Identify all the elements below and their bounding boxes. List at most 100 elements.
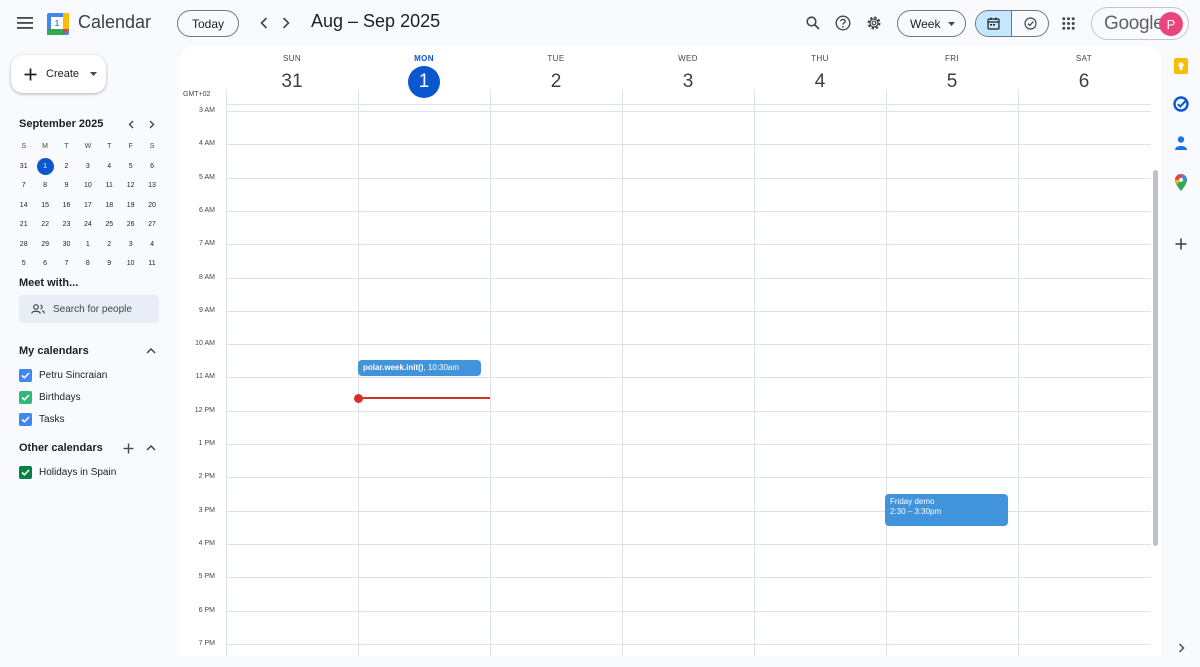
mini-calendar-next-button[interactable] <box>141 113 163 135</box>
mini-calendar-day[interactable]: 25 <box>99 215 120 235</box>
mini-calendar-day[interactable]: 2 <box>56 157 77 177</box>
mini-calendar-day[interactable]: 12 <box>120 176 141 196</box>
next-week-button[interactable] <box>268 5 304 41</box>
day-number[interactable]: 6 <box>1068 66 1100 98</box>
mini-calendar-day[interactable]: 18 <box>99 196 120 216</box>
mini-calendar-day[interactable]: 22 <box>34 215 55 235</box>
contacts-app-button[interactable] <box>1171 133 1191 153</box>
mini-calendar-day[interactable]: 2 <box>99 235 120 255</box>
day-header-tue[interactable]: TUE 2 <box>490 46 622 98</box>
my-calendars-title[interactable]: My calendars <box>19 345 89 357</box>
day-header-mon[interactable]: MON 1 <box>358 46 490 98</box>
calendar-list-item[interactable]: Holidays in Spain <box>19 466 116 479</box>
calendar-list-item[interactable]: Birthdays <box>19 391 81 404</box>
google-apps-button[interactable] <box>1050 5 1086 41</box>
add-other-calendar-button[interactable] <box>117 437 139 459</box>
maps-app-button[interactable] <box>1171 172 1191 192</box>
mini-calendar-day[interactable]: 5 <box>120 157 141 177</box>
mini-calendar-day[interactable]: 8 <box>34 176 55 196</box>
mini-calendar-day[interactable]: 31 <box>13 157 34 177</box>
view-selector[interactable]: Week <box>897 10 966 37</box>
calendar-checkbox[interactable] <box>19 369 32 382</box>
mini-calendar-day[interactable]: 4 <box>141 235 162 255</box>
search-people-input[interactable]: Search for people <box>19 295 159 323</box>
event-friday-demo[interactable]: Friday demo 2:30 – 3:30pm <box>885 494 1008 526</box>
mini-calendar-day[interactable]: 7 <box>56 254 77 274</box>
keep-app-button[interactable] <box>1171 56 1191 76</box>
mini-calendar-day[interactable]: 10 <box>120 254 141 274</box>
day-number[interactable]: 31 <box>276 66 308 98</box>
calendar-checkbox[interactable] <box>19 466 32 479</box>
day-number[interactable]: 1 <box>408 66 440 98</box>
other-calendars-title[interactable]: Other calendars <box>19 442 103 454</box>
tasks-app-button[interactable] <box>1171 94 1191 114</box>
mini-calendar-day-label: 16 <box>62 201 71 209</box>
mini-calendar-day[interactable]: 10 <box>77 176 98 196</box>
mini-calendar-day[interactable]: 1 <box>77 235 98 255</box>
day-number[interactable]: 5 <box>936 66 968 98</box>
mini-calendar-prev-button[interactable] <box>120 113 142 135</box>
my-calendars-collapse-button[interactable] <box>140 340 162 362</box>
mini-calendar-day[interactable]: 9 <box>56 176 77 196</box>
mini-calendar-week-row: 14 15 16 17 18 19 20 <box>13 196 163 216</box>
mini-calendar-day-label: 30 <box>62 240 71 248</box>
main-menu-button[interactable] <box>7 5 43 41</box>
day-number[interactable]: 4 <box>804 66 836 98</box>
calendar-view-toggle[interactable] <box>976 11 1013 36</box>
mini-calendar-day[interactable]: 9 <box>99 254 120 274</box>
mini-calendar-day[interactable]: 23 <box>56 215 77 235</box>
mini-calendar-day[interactable]: 7 <box>13 176 34 196</box>
day-header-sat[interactable]: SAT 6 <box>1018 46 1150 98</box>
mini-calendar-day[interactable]: 6 <box>34 254 55 274</box>
day-header-wed[interactable]: WED 3 <box>622 46 754 98</box>
expand-side-panel-button[interactable] <box>1171 638 1191 658</box>
mini-calendar-day[interactable]: 6 <box>141 157 162 177</box>
mini-calendar-day[interactable]: 30 <box>56 235 77 255</box>
mini-calendar-day[interactable]: 14 <box>13 196 34 216</box>
event-polar-week-init[interactable]: polar.week.init(), 10:30am <box>358 360 481 376</box>
mini-calendar-day[interactable]: 13 <box>141 176 162 196</box>
calendar-list-item[interactable]: Tasks <box>19 413 65 426</box>
mini-calendar-day[interactable]: 19 <box>120 196 141 216</box>
checkmark-icon <box>21 372 30 379</box>
mini-calendar-day[interactable]: 1 <box>34 157 55 177</box>
day-header-sun[interactable]: SUN 31 <box>226 46 358 98</box>
mini-calendar-day[interactable]: 11 <box>141 254 162 274</box>
calendar-checkbox[interactable] <box>19 413 32 426</box>
mini-calendar-day[interactable]: 26 <box>120 215 141 235</box>
calendar-logo-day: 1 <box>54 18 60 28</box>
create-button[interactable]: Create <box>11 55 106 93</box>
event-title: Friday demo <box>890 497 935 506</box>
get-addons-button[interactable] <box>1171 234 1191 254</box>
mini-calendar-day-label: 4 <box>150 240 154 248</box>
day-header-thu[interactable]: THU 4 <box>754 46 886 98</box>
other-calendars-collapse-button[interactable] <box>140 437 162 459</box>
mini-calendar-day[interactable]: 29 <box>34 235 55 255</box>
day-header-fri[interactable]: FRI 5 <box>886 46 1018 98</box>
mini-calendar-day[interactable]: 24 <box>77 215 98 235</box>
mini-calendar-day[interactable]: 4 <box>99 157 120 177</box>
mini-calendar-day[interactable]: 11 <box>99 176 120 196</box>
calendar-list-item[interactable]: Petru Sincraian <box>19 369 107 382</box>
mini-calendar-day-label: 28 <box>19 240 28 248</box>
week-view-scrollbar[interactable] <box>1153 170 1158 546</box>
mini-calendar-day[interactable]: 27 <box>141 215 162 235</box>
mini-calendar-day[interactable]: 20 <box>141 196 162 216</box>
tasks-view-toggle[interactable] <box>1012 11 1048 36</box>
mini-calendar-day[interactable]: 17 <box>77 196 98 216</box>
settings-button[interactable] <box>856 5 892 41</box>
mini-calendar-day[interactable]: 28 <box>13 235 34 255</box>
google-account-button[interactable]: Google P <box>1091 7 1189 40</box>
mini-calendar-day[interactable]: 3 <box>120 235 141 255</box>
calendar-checkbox[interactable] <box>19 391 32 404</box>
mini-calendar-day[interactable]: 21 <box>13 215 34 235</box>
mini-calendar-day[interactable]: 15 <box>34 196 55 216</box>
mini-calendar-day[interactable]: 16 <box>56 196 77 216</box>
day-number[interactable]: 3 <box>672 66 704 98</box>
day-number[interactable]: 2 <box>540 66 572 98</box>
mini-calendar-day[interactable]: 8 <box>77 254 98 274</box>
chevron-up-icon <box>146 445 156 451</box>
today-button[interactable]: Today <box>177 10 239 37</box>
mini-calendar-day[interactable]: 5 <box>13 254 34 274</box>
mini-calendar-day[interactable]: 3 <box>77 157 98 177</box>
